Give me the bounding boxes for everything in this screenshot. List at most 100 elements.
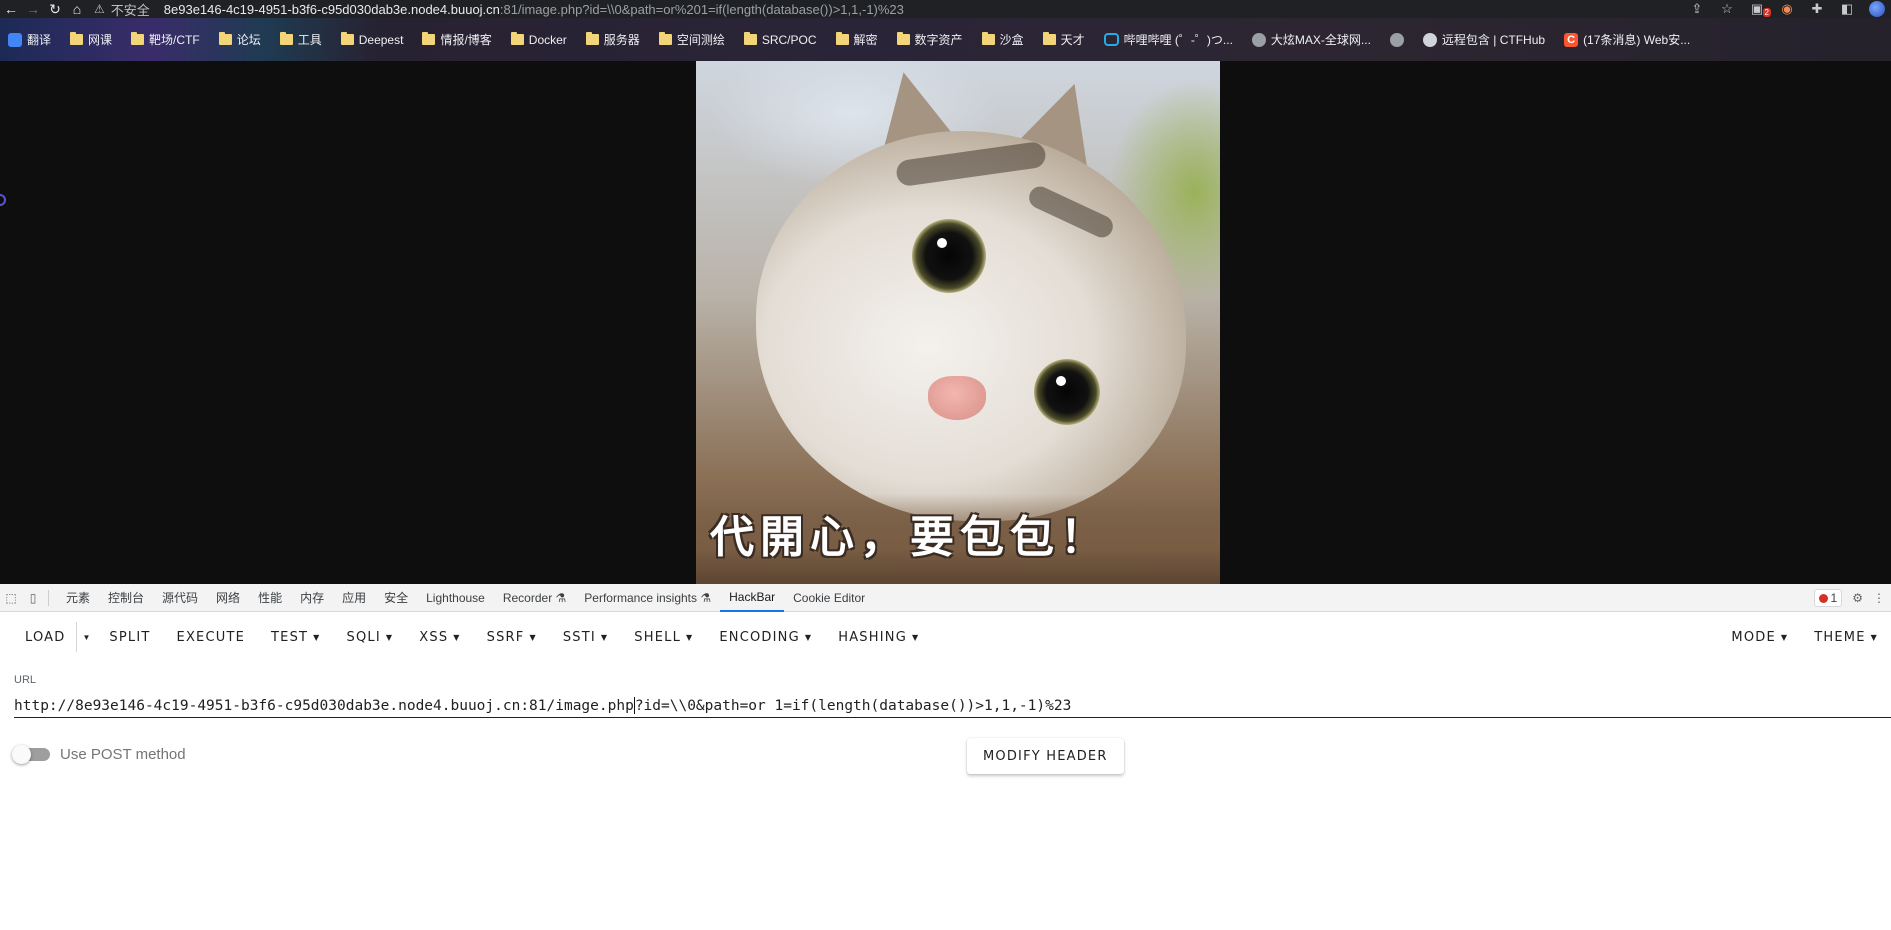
folder-icon <box>279 32 293 45</box>
bookmark-item[interactable]: 论坛 <box>218 31 261 48</box>
url-text[interactable]: 8e93e146-4c19-4951-b3f6-c95d030dab3e.nod… <box>164 2 904 17</box>
bookmark-item[interactable]: Docker <box>510 32 567 47</box>
devtools-tab[interactable]: 网络 <box>207 584 249 612</box>
bookmark-item[interactable]: 天才 <box>1042 31 1085 48</box>
bookmark-item[interactable]: 大炫MAX-全球网... <box>1251 31 1371 48</box>
mode-menu-button[interactable]: MODE ▼ <box>1718 619 1801 655</box>
back-arrow-icon[interactable]: ← <box>0 0 22 18</box>
devtools-tab[interactable]: Performance insights ⚗ <box>575 584 720 612</box>
bookmark-label: 网课 <box>88 33 113 47</box>
extension-circle-icon[interactable]: ◉ <box>1779 1 1795 17</box>
settings-gear-icon[interactable]: ⚙ <box>1852 591 1863 605</box>
bookmark-item[interactable]: C (17条消息) Web安... <box>1564 31 1690 48</box>
bookmark-label: 翻译 <box>27 33 52 47</box>
bookmark-label: 解密 <box>853 33 878 47</box>
url-field-label: URL <box>14 674 37 686</box>
forward-arrow-icon[interactable]: → <box>22 0 44 18</box>
bookmark-item[interactable]: 情报/博客 <box>422 31 492 48</box>
devtools-tab[interactable]: 内存 <box>291 584 333 612</box>
devtools-tab[interactable]: Recorder ⚗ <box>494 584 575 612</box>
translate-icon <box>8 32 22 47</box>
toggle-track[interactable] <box>12 745 50 764</box>
globe-icon <box>1251 32 1266 47</box>
url-input[interactable]: http://8e93e146-4c19-4951-b3f6-c95d030da… <box>14 694 1891 718</box>
hackbar-body: URL http://8e93e146-4c19-4951-b3f6-c95d0… <box>0 674 1891 774</box>
bookmark-item[interactable]: 空间测绘 <box>658 31 725 48</box>
image-caption: 代開心，要包包！ <box>710 512 1110 563</box>
bookmark-item[interactable]: 远程包含 | CTFHub <box>1422 31 1546 48</box>
profile-avatar[interactable] <box>1869 1 1885 17</box>
caret-down-icon: ▼ <box>453 632 461 642</box>
error-count: 1 <box>1830 591 1838 605</box>
hackbar-menu: LOAD ▼ SPLIT EXECUTE TEST ▼ SQLI ▼ XSS ▼ SS… <box>0 612 1891 662</box>
shell-menu-label: SHELL <box>634 629 682 645</box>
warning-icon[interactable]: ⚠ <box>94 2 105 16</box>
devtools-tab[interactable]: 源代码 <box>153 584 207 612</box>
device-toolbar-icon[interactable]: ▯ <box>22 584 44 612</box>
encoding-menu-button[interactable]: ENCODING ▼ <box>706 619 825 655</box>
share-icon[interactable]: ⇪ <box>1689 1 1705 17</box>
caret-down-icon: ▼ <box>686 632 694 642</box>
hackbar-menu-right: MODE ▼ THEME ▼ <box>1718 619 1891 655</box>
side-panel-icon[interactable]: ◧ <box>1839 1 1855 17</box>
folder-icon <box>981 32 995 45</box>
split-button[interactable]: SPLIT <box>96 619 163 655</box>
insecure-label[interactable]: 不安全 <box>111 0 150 19</box>
bookmark-label: 论坛 <box>236 33 261 47</box>
devtools-tab[interactable]: 控制台 <box>99 584 153 612</box>
bookmark-item[interactable]: 网课 <box>70 31 112 48</box>
caret-down-icon: ▼ <box>313 632 321 642</box>
bookmark-item[interactable]: 靶场/CTF <box>131 31 200 48</box>
inspect-element-icon[interactable]: ⬚ <box>0 584 22 612</box>
bookmark-label: 远程包含 | CTFHub <box>1441 33 1546 47</box>
devtools-tab[interactable]: HackBar <box>720 584 785 612</box>
puzzle-icon[interactable]: ✚ <box>1809 1 1825 17</box>
execute-button[interactable]: EXECUTE <box>164 619 258 655</box>
bookmark-label: 工具 <box>297 33 322 47</box>
devtools-tab[interactable]: 安全 <box>375 584 417 612</box>
bookmark-item[interactable]: SRC/POC <box>743 32 817 47</box>
bookmark-item[interactable]: 沙盒 <box>981 31 1024 48</box>
bookmark-item[interactable]: 翻译 <box>8 31 51 48</box>
extension-hackbar-icon[interactable]: ▣ 2 <box>1749 1 1771 17</box>
home-icon[interactable]: ⌂ <box>66 0 88 18</box>
caret-down-icon: ▼ <box>1870 632 1878 642</box>
more-options-icon[interactable]: ⋮ <box>1873 591 1885 605</box>
devtools-tab[interactable]: Lighthouse <box>417 584 494 612</box>
star-icon[interactable]: ☆ <box>1719 1 1735 17</box>
extension-badge: 2 <box>1762 8 1771 17</box>
bookmark-item[interactable]: 服务器 <box>585 31 640 48</box>
shell-menu-button[interactable]: SHELL ▼ <box>621 619 706 655</box>
test-menu-button[interactable]: TEST ▼ <box>258 619 334 655</box>
devtools-tab[interactable]: 元素 <box>57 584 99 612</box>
reload-icon[interactable]: ↻ <box>44 0 66 18</box>
load-button[interactable]: LOAD <box>12 619 76 655</box>
url-host: 8e93e146-4c19-4951-b3f6-c95d030dab3e.nod… <box>163 1 500 17</box>
error-count-badge[interactable]: 1 <box>1813 589 1843 607</box>
ssrf-menu-button[interactable]: SSRF ▼ <box>474 619 550 655</box>
caret-down-icon: ▼ <box>1780 632 1789 642</box>
post-method-toggle[interactable]: Use POST method <box>12 745 186 764</box>
folder-icon <box>422 32 436 45</box>
bookmark-item[interactable]: 解密 <box>835 31 878 48</box>
csdn-icon: C <box>1564 32 1579 47</box>
devtools-tab[interactable]: Cookie Editor <box>784 584 874 612</box>
folder-icon <box>340 32 354 45</box>
modify-header-button[interactable]: MODIFY HEADER <box>967 738 1124 774</box>
address-bar[interactable]: ⚠ 不安全 8e93e146-4c19-4951-b3f6-c95d030dab… <box>94 0 904 18</box>
devtools-panel: ⬚ ▯ 元素 控制台 源代码 网络 性能 内存 应用 安全 Lighthouse Recorder… <box>0 584 1891 930</box>
xss-menu-button[interactable]: XSS ▼ <box>406 619 473 655</box>
theme-menu-button[interactable]: THEME ▼ <box>1801 619 1891 655</box>
bookmark-item[interactable]: 哔哩哔哩 (゜-゜)つ... <box>1103 31 1233 48</box>
ssti-menu-button[interactable]: SSTI ▼ <box>550 619 621 655</box>
bookmark-item[interactable]: 数字资产 <box>896 31 963 48</box>
hashing-menu-button[interactable]: HASHING ▼ <box>825 619 932 655</box>
devtools-tab[interactable]: 性能 <box>249 584 291 612</box>
bookmark-item[interactable]: 工具 <box>279 31 322 48</box>
toggle-knob[interactable] <box>12 745 31 764</box>
bookmark-item[interactable] <box>1389 32 1404 47</box>
load-dropdown-caret-icon[interactable]: ▼ <box>75 622 97 652</box>
sqli-menu-button[interactable]: SQLI ▼ <box>334 619 407 655</box>
bookmark-item[interactable]: Deepest <box>340 32 403 47</box>
devtools-tab[interactable]: 应用 <box>333 584 375 612</box>
